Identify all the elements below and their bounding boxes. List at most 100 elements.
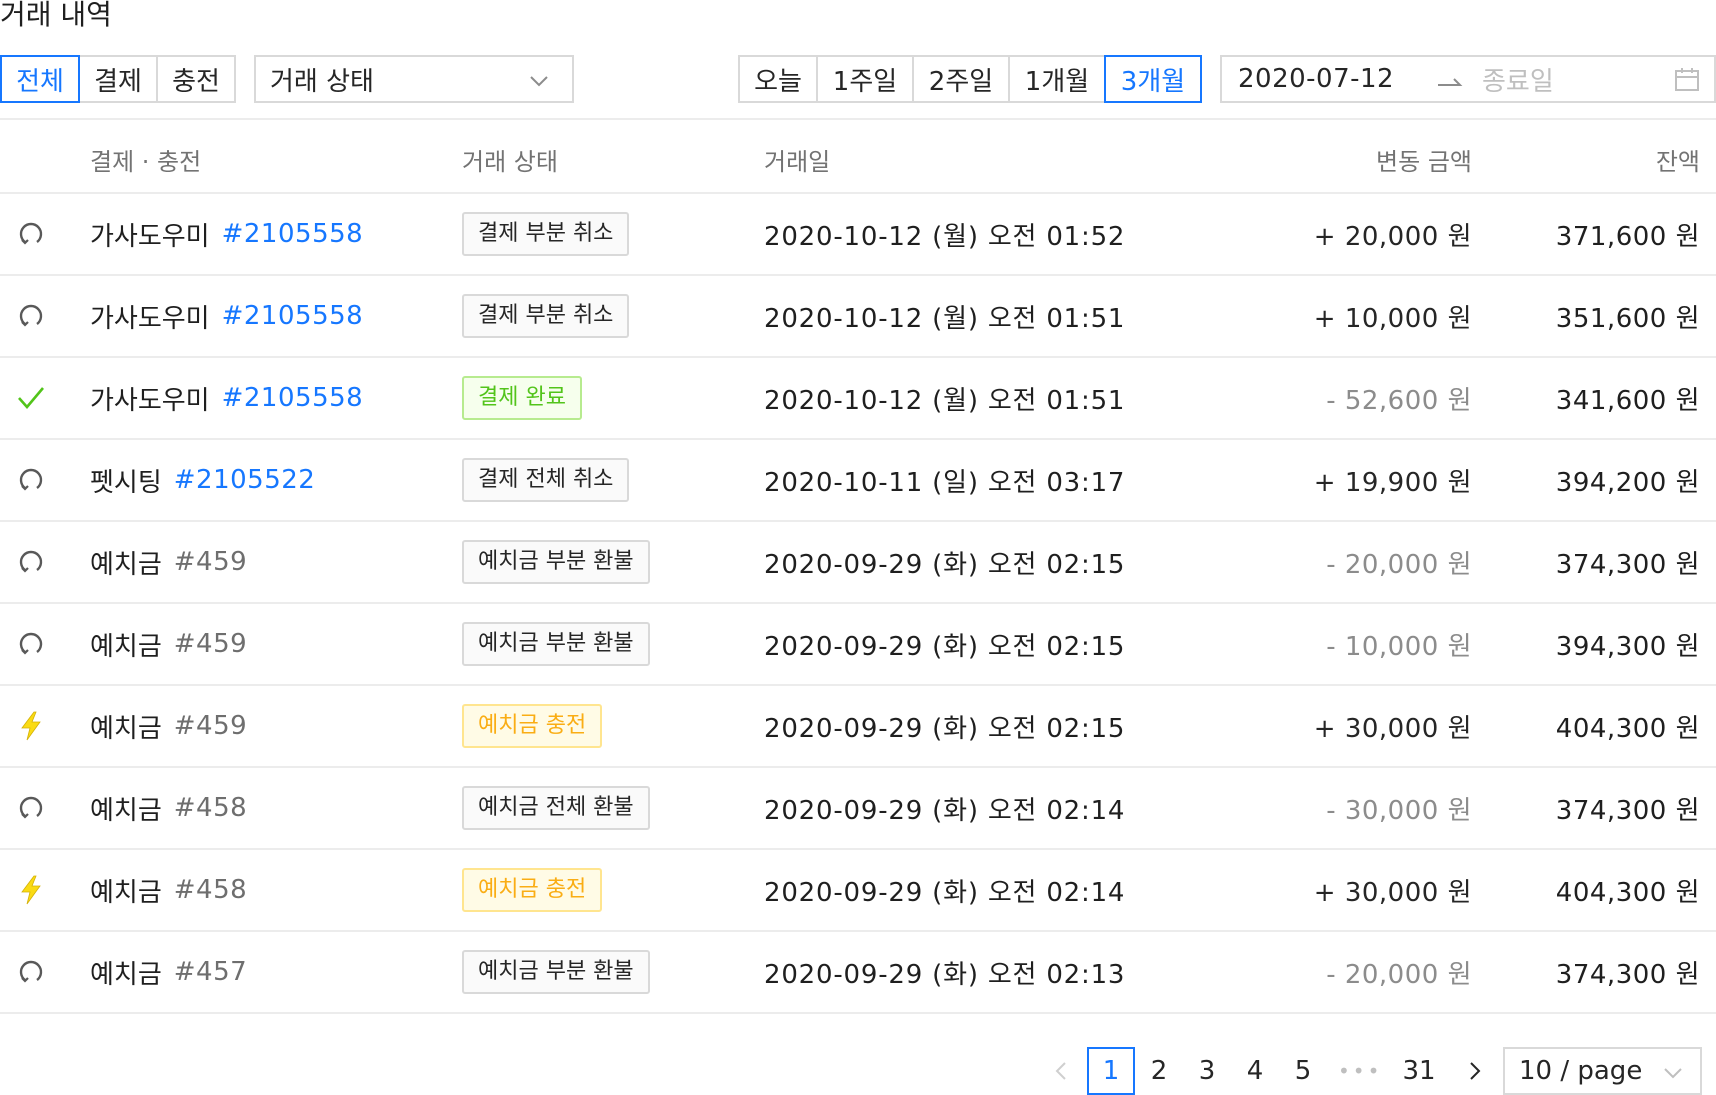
- balance: 394,200 원: [1555, 467, 1700, 498]
- transaction-id: #459: [173, 629, 248, 659]
- refund-icon: [16, 194, 46, 274]
- column-header-balance: 잔액: [1655, 148, 1700, 176]
- transaction-id-link[interactable]: #2105522: [174, 465, 316, 495]
- table-row[interactable]: 예치금 #459 예치금 충전 2020-09-29 (화) 오전 02:15 + 30…: [0, 686, 1716, 768]
- transaction-id: #459: [173, 547, 248, 577]
- amount-change: - 20,000 원: [1326, 959, 1472, 990]
- page-button-1[interactable]: 1: [1087, 1047, 1135, 1095]
- status-select[interactable]: 거래 상태: [254, 55, 574, 103]
- amount-change: + 30,000 원: [1313, 877, 1472, 908]
- ellipsis-icon[interactable]: •••: [1338, 1047, 1382, 1095]
- type-option-charge[interactable]: 충전: [156, 55, 236, 103]
- period-option-3months[interactable]: 3개월: [1104, 55, 1202, 103]
- next-page-button[interactable]: [1451, 1047, 1499, 1095]
- table-row[interactable]: 예치금 #457 예치금 부분 환불 2020-09-29 (화) 오전 02:13 -…: [0, 932, 1716, 1014]
- transaction-date: 2020-10-12 (월) 오전 01:52: [764, 221, 1126, 252]
- amount-change: + 10,000 원: [1313, 303, 1472, 334]
- transaction-date: 2020-09-29 (화) 오전 02:15: [764, 631, 1126, 662]
- transaction-date: 2020-09-29 (화) 오전 02:15: [764, 713, 1126, 744]
- transaction-id-link[interactable]: #2105558: [222, 219, 364, 249]
- check-icon: [16, 358, 46, 438]
- amount-change: - 30,000 원: [1326, 795, 1472, 826]
- amount-change: + 19,900 원: [1313, 467, 1472, 498]
- type-option-all[interactable]: 전체: [0, 55, 80, 103]
- transaction-name: 예치금: [90, 877, 162, 908]
- period-option-1month[interactable]: 1개월: [1008, 55, 1106, 103]
- transaction-date: 2020-09-29 (화) 오전 02:14: [764, 795, 1126, 826]
- page-button-last[interactable]: 31: [1395, 1047, 1443, 1095]
- status-tag: 결제 부분 취소: [462, 212, 630, 256]
- amount-change: + 30,000 원: [1313, 713, 1472, 744]
- refund-icon: [16, 522, 46, 602]
- status-cell: 결제 부분 취소: [462, 276, 630, 356]
- transaction-id: #458: [173, 793, 248, 823]
- period-option-2weeks[interactable]: 2주일: [912, 55, 1010, 103]
- transaction-name-cell: 펫시팅 #2105522: [90, 440, 315, 520]
- period-option-1week[interactable]: 1주일: [816, 55, 914, 103]
- transaction-table: 결제 · 충전 거래 상태 거래일 변동 금액 잔액 가사도우미 #2105558…: [0, 118, 1716, 1014]
- status-tag: 예치금 부분 환불: [462, 540, 650, 584]
- table-row[interactable]: 가사도우미 #2105558 결제 부분 취소 2020-10-12 (월) 오전 0…: [0, 194, 1716, 276]
- table-row[interactable]: 예치금 #459 예치금 부분 환불 2020-09-29 (화) 오전 02:15 -…: [0, 604, 1716, 686]
- page-button-3[interactable]: 3: [1183, 1047, 1231, 1095]
- table-row[interactable]: 예치금 #459 예치금 부분 환불 2020-09-29 (화) 오전 02:15 -…: [0, 522, 1716, 604]
- transaction-id: #458: [173, 875, 248, 905]
- transaction-id: #457: [173, 957, 248, 987]
- status-tag: 결제 전체 취소: [462, 458, 630, 502]
- transaction-id-link[interactable]: #2105558: [222, 383, 364, 413]
- prev-page-button[interactable]: [1037, 1047, 1085, 1095]
- period-option-today[interactable]: 오늘: [738, 55, 818, 103]
- table-row[interactable]: 펫시팅 #2105522 결제 전체 취소 2020-10-11 (일) 오전 03:…: [0, 440, 1716, 522]
- balance: 394,300 원: [1555, 631, 1700, 662]
- refund-icon: [16, 276, 46, 356]
- start-date-input[interactable]: 2020-07-12: [1238, 64, 1394, 94]
- transaction-name: 예치금: [90, 795, 162, 826]
- page-button-2[interactable]: 2: [1135, 1047, 1183, 1095]
- column-header-status: 거래 상태: [462, 148, 558, 176]
- status-tag: 예치금 부분 환불: [462, 622, 650, 666]
- chevron-down-icon: [1662, 1061, 1684, 1091]
- date-range-picker[interactable]: 2020-07-12 종료일: [1220, 55, 1716, 103]
- status-tag: 예치금 전체 환불: [462, 786, 650, 830]
- balance: 371,600 원: [1555, 221, 1700, 252]
- balance: 374,300 원: [1555, 795, 1700, 826]
- transaction-name: 가사도우미: [90, 303, 210, 334]
- transaction-name-cell: 가사도우미 #2105558: [90, 276, 363, 356]
- table-body: 가사도우미 #2105558 결제 부분 취소 2020-10-12 (월) 오전 0…: [0, 194, 1716, 1014]
- lightning-icon: [16, 850, 46, 930]
- refund-icon: [16, 604, 46, 684]
- balance: 374,300 원: [1555, 549, 1700, 580]
- page-button-4[interactable]: 4: [1231, 1047, 1279, 1095]
- status-tag: 예치금 부분 환불: [462, 950, 650, 994]
- end-date-input[interactable]: 종료일: [1482, 61, 1554, 98]
- transaction-name-cell: 예치금 #457: [90, 932, 247, 1012]
- type-option-payment[interactable]: 결제: [78, 55, 158, 103]
- status-cell: 예치금 부분 환불: [462, 604, 650, 684]
- table-row[interactable]: 예치금 #458 예치금 전체 환불 2020-09-29 (화) 오전 02:14 -…: [0, 768, 1716, 850]
- balance: 404,300 원: [1555, 713, 1700, 744]
- transaction-id-link[interactable]: #2105558: [222, 301, 364, 331]
- transaction-date: 2020-09-29 (화) 오전 02:15: [764, 549, 1126, 580]
- transaction-name: 예치금: [90, 549, 162, 580]
- status-cell: 예치금 충전: [462, 686, 603, 766]
- transaction-name-cell: 가사도우미 #2105558: [90, 358, 363, 438]
- table-row[interactable]: 가사도우미 #2105558 결제 완료 2020-10-12 (월) 오전 01:5…: [0, 358, 1716, 440]
- status-tag: 예치금 충전: [462, 704, 603, 748]
- transaction-date: 2020-09-29 (화) 오전 02:13: [764, 959, 1126, 990]
- transaction-name-cell: 예치금 #459: [90, 686, 247, 766]
- transaction-name: 예치금: [90, 713, 162, 744]
- chevron-down-icon: [528, 69, 550, 99]
- transaction-date: 2020-10-12 (월) 오전 01:51: [764, 385, 1126, 416]
- refund-icon: [16, 932, 46, 1012]
- page-button-5[interactable]: 5: [1279, 1047, 1327, 1095]
- transaction-date: 2020-09-29 (화) 오전 02:14: [764, 877, 1126, 908]
- balance: 351,600 원: [1555, 303, 1700, 334]
- refund-icon: [16, 440, 46, 520]
- table-row[interactable]: 가사도우미 #2105558 결제 부분 취소 2020-10-12 (월) 오전 0…: [0, 276, 1716, 358]
- status-cell: 결제 부분 취소: [462, 194, 630, 274]
- transaction-name: 펫시팅: [90, 467, 162, 498]
- table-row[interactable]: 예치금 #458 예치금 충전 2020-09-29 (화) 오전 02:14 + 30…: [0, 850, 1716, 932]
- status-cell: 예치금 부분 환불: [462, 932, 650, 1012]
- transaction-name-cell: 예치금 #458: [90, 850, 247, 930]
- page-size-select[interactable]: 10 / page: [1503, 1047, 1702, 1095]
